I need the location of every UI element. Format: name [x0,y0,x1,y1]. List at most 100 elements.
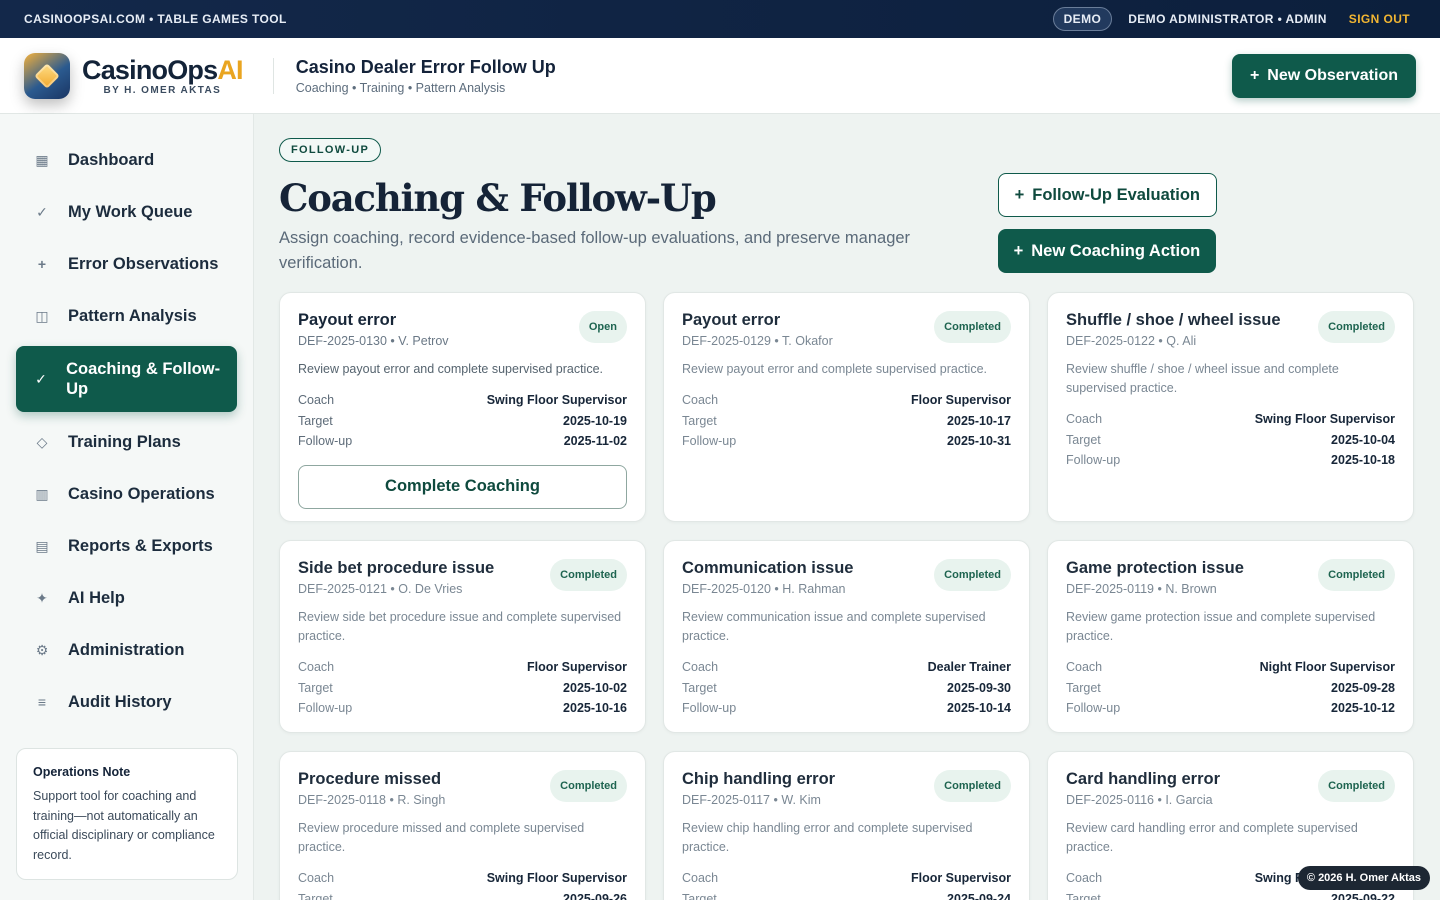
sign-out-link[interactable]: SIGN OUT [1349,12,1410,26]
sidebar-item-ai-help[interactable]: ✦ AI Help [16,576,237,620]
plus-icon: + [1249,66,1260,84]
coaching-card[interactable]: Shuffle / shoe / wheel issue DEF-2025-012… [1047,292,1414,522]
section-title: Coaching & Follow-Up [279,176,717,220]
target-row: Target 2025-09-26 [298,891,627,900]
card-description: Review chip handling error and complete … [682,821,973,854]
card-title: Card handling error [1066,770,1221,788]
sidebar-item-casino-operations[interactable]: ▥ Casino Operations [16,472,237,516]
status-badge: Completed [1318,311,1395,343]
operations-note-title: Operations Note [33,765,131,779]
card-description: Review side bet procedure issue and comp… [298,610,622,643]
hero-actions: + Follow-Up Evaluation + New Coaching Acti… [997,173,1217,276]
status-badge: Open [578,311,627,343]
card-description: Review communication issue and complete … [682,610,986,643]
card-description: Review procedure missed and complete sup… [298,821,585,854]
target-row: Target 2025-10-02 [298,680,627,695]
card-title: Payout error [298,311,397,329]
card-id: DEF-2025-0117 • W. Kim [682,793,821,807]
top-bar-right: DEMO DEMO ADMINISTRATOR • ADMIN SIGN OUT [1052,7,1416,31]
target-row: Target 2025-09-28 [1066,680,1395,695]
status-badge: Completed [550,559,627,591]
coaching-card[interactable]: Procedure missed DEF-2025-0118 • R. Singh… [279,751,646,900]
plus-icon: + [37,256,47,272]
brand-name: CasinoOpsAI [82,54,244,85]
app-logo[interactable] [24,52,70,99]
sidebar-item-administration[interactable]: ⚙ Administration [16,628,237,672]
card-id: DEF-2025-0130 • V. Petrov [298,334,449,348]
new-observation-button[interactable]: + New Observation [1231,53,1416,98]
coaching-card[interactable]: Game protection issue DEF-2025-0119 • N. … [1047,540,1414,733]
operations-note: Operations Note Support tool for coachin… [16,748,238,880]
page-subtitle: Coaching • Training • Pattern Analysis [295,80,506,95]
operations-note-text: Support tool for coaching and training—n… [33,789,215,862]
section-description: Assign coaching, record evidence-based f… [279,229,911,272]
target-row: Target 2025-09-24 [682,891,1011,900]
coaching-card[interactable]: Payout error DEF-2025-0129 • T. Okafor Co… [663,292,1030,522]
check-icon: ✓ [36,203,48,220]
list-icon: ≡ [37,694,47,710]
status-badge: Completed [934,559,1011,591]
sidebar-item-pattern-analysis[interactable]: ◫ Pattern Analysis [16,294,237,338]
card-description: Review game protection issue and complet… [1066,610,1376,643]
sidebar-item-reports[interactable]: ▤ Reports & Exports [16,524,237,568]
sidebar: ▦ Dashboard ✓ My Work Queue + Error Observa… [0,114,254,900]
card-id: DEF-2025-0129 • T. Okafor [682,334,833,348]
followup-row: Follow-up 2025-10-31 [682,434,1011,448]
copyright-badge: © 2026 H. Omer Aktas [1297,866,1430,890]
report-icon: ▤ [35,537,49,554]
card-description: Review shuffle / shoe / wheel issue and … [1066,362,1339,395]
building-icon: ▥ [35,485,49,502]
followup-row: Follow-up 2025-10-16 [298,701,627,715]
sidebar-item-work-queue[interactable]: ✓ My Work Queue [16,190,237,234]
demo-badge: DEMO [1052,7,1113,31]
coaching-card[interactable]: Chip handling error DEF-2025-0117 • W. Ki… [663,751,1030,900]
brand: CasinoOpsAI BY H. OMER AKTAS [82,54,244,96]
sidebar-item-coaching[interactable]: ✓ Coaching & Follow-Up [16,346,237,412]
sparkle-icon: ✦ [36,589,48,606]
new-coaching-action-button[interactable]: + New Coaching Action [997,229,1217,273]
coaching-card[interactable]: Payout error DEF-2025-0130 • V. Petrov Op… [279,292,646,522]
target-row: Target 2025-10-17 [682,413,1011,428]
card-id: DEF-2025-0118 • R. Singh [298,793,446,807]
columns-icon: ◫ [35,307,49,324]
card-title: Communication issue [682,559,854,577]
card-title: Game protection issue [1066,559,1244,577]
complete-coaching-button[interactable]: Complete Coaching [298,464,627,509]
status-badge: Completed [550,770,627,802]
coaching-card[interactable]: Communication issue DEF-2025-0120 • H. Ra… [663,540,1030,733]
section-pill: FOLLOW-UP [279,138,382,162]
page-heading: Casino Dealer Error Follow Up Coaching •… [296,57,1232,95]
current-user: DEMO ADMINISTRATOR • ADMIN [1128,12,1327,26]
status-badge: Completed [934,770,1011,802]
card-description: Review payout error and complete supervi… [298,362,604,376]
app-header: CasinoOpsAI BY H. OMER AKTAS Casino Deal… [0,38,1440,114]
main-content: FOLLOW-UP Coaching & Follow-Up Assign co… [255,114,1440,900]
card-id: DEF-2025-0119 • N. Brown [1066,582,1217,596]
plus-icon: + [1013,241,1024,260]
brand-byline: BY H. OMER AKTAS [103,84,222,96]
sidebar-item-dashboard[interactable]: ▦ Dashboard [16,138,237,182]
card-title: Shuffle / shoe / wheel issue [1066,311,1281,329]
header-divider [272,57,274,94]
sidebar-item-training-plans[interactable]: ◇ Training Plans [16,420,237,464]
card-description: Review card handling error and complete … [1066,821,1358,854]
card-title: Side bet procedure issue [298,559,495,577]
follow-up-evaluation-button[interactable]: + Follow-Up Evaluation [997,173,1217,217]
followup-row: Follow-up 2025-10-14 [682,701,1011,715]
sidebar-item-error-observations[interactable]: + Error Observations [16,242,237,286]
diamond-outline-icon: ◇ [36,433,48,450]
top-bar: CASINOOPSAI.COM • TABLE GAMES TOOL DEMO … [0,0,1440,38]
status-badge: Completed [934,311,1011,343]
site-tagline: CASINOOPSAI.COM • TABLE GAMES TOOL [24,12,287,26]
plus-icon: + [1014,185,1025,204]
coaching-card[interactable]: Side bet procedure issue DEF-2025-0121 • … [279,540,646,733]
sidebar-item-audit-history[interactable]: ≡ Audit History [16,680,237,724]
card-description: Review payout error and complete supervi… [682,362,988,376]
target-row: Target 2025-09-30 [682,680,1011,695]
status-badge: Completed [1318,559,1395,591]
coach-row: Coach Dealer Trainer [682,660,1011,674]
coach-row: Coach Floor Supervisor [682,871,1011,885]
coach-row: CoachSwing Floor Supervisor [1066,412,1395,426]
followup-row: Follow-up 2025-10-12 [1066,701,1395,715]
card-id: DEF-2025-0121 • O. De Vries [298,582,463,596]
